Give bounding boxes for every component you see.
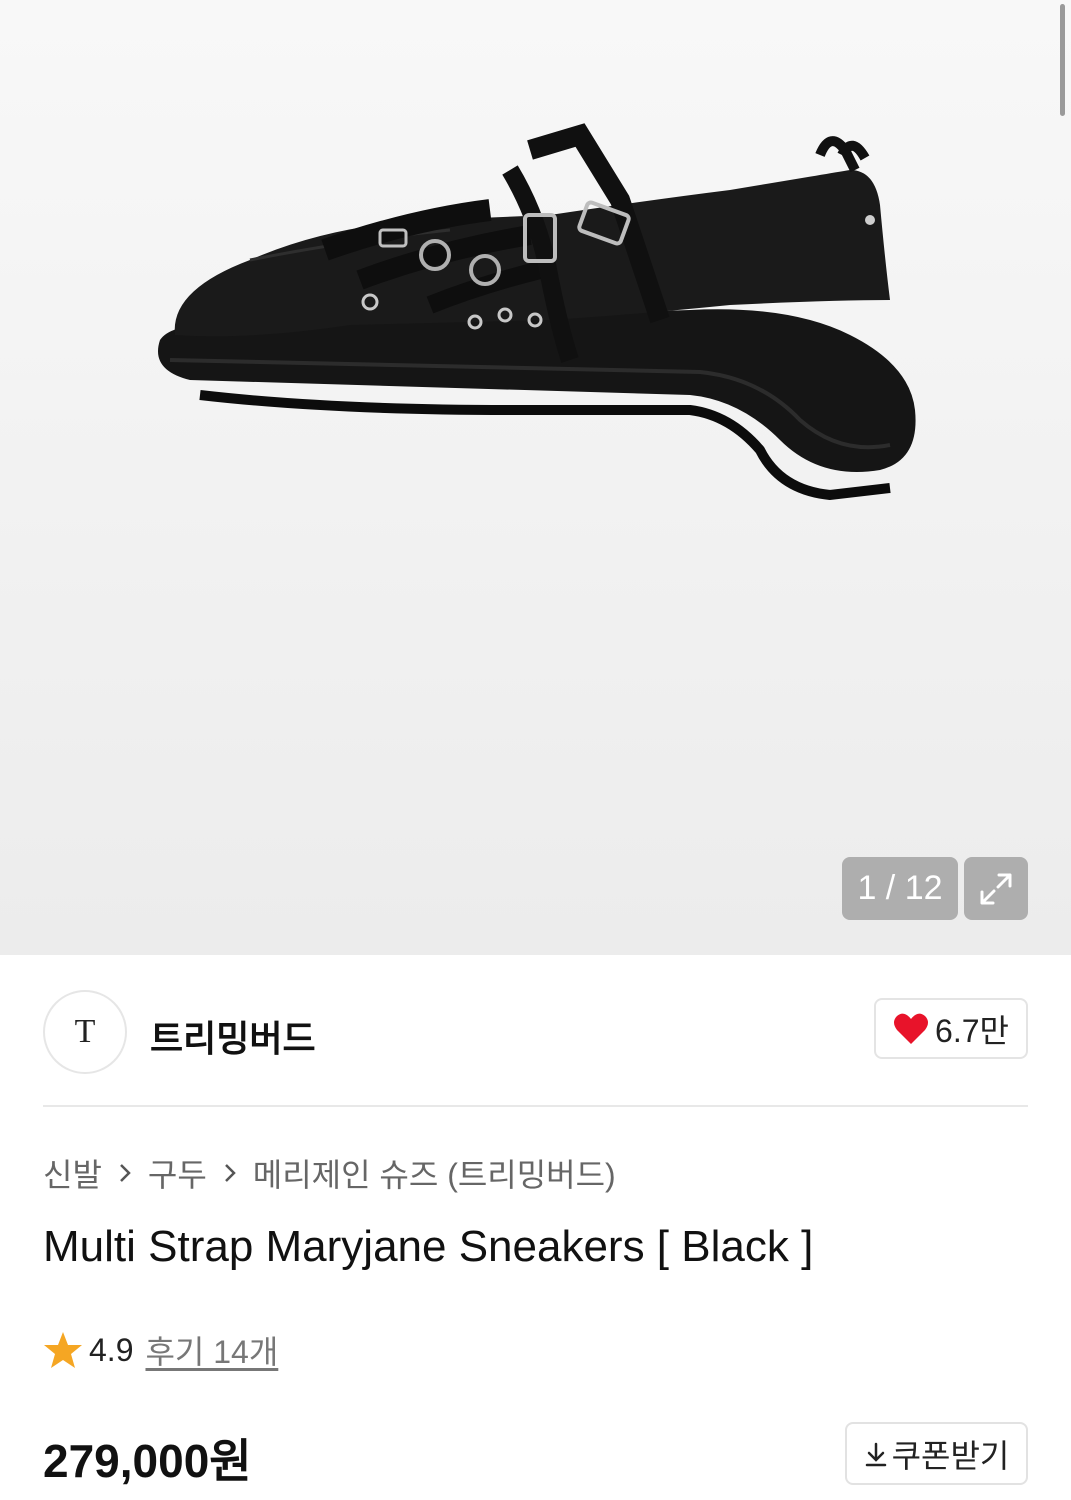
expand-button[interactable] bbox=[964, 857, 1028, 920]
product-image-gallery[interactable]: 1 / 12 bbox=[0, 0, 1071, 955]
review-link[interactable]: 후기 14개 bbox=[145, 1327, 278, 1373]
breadcrumb-item[interactable]: 메리제인 슈즈 (트리밍버드) bbox=[253, 1150, 616, 1196]
like-button[interactable]: 6.7만 bbox=[874, 998, 1028, 1059]
brand-logo[interactable]: T bbox=[43, 990, 127, 1074]
breadcrumb-item[interactable]: 신발 bbox=[43, 1150, 102, 1196]
star-icon bbox=[44, 1332, 82, 1368]
brand-name[interactable]: 트리밍버드 bbox=[150, 1010, 316, 1062]
expand-icon bbox=[980, 873, 1012, 904]
scrollbar[interactable] bbox=[1060, 4, 1065, 116]
image-counter: 1 / 12 bbox=[842, 857, 958, 920]
product-title: Multi Strap Maryjane Sneakers [ Black ] bbox=[43, 1222, 814, 1271]
product-price: 279,000원 bbox=[43, 1435, 252, 1487]
chevron-right-icon bbox=[118, 1162, 132, 1184]
brand-row: T 트리밍버드 6.7만 bbox=[43, 988, 1028, 1074]
product-image[interactable] bbox=[130, 110, 940, 530]
brand-logo-text: T bbox=[74, 1013, 96, 1050]
rating-row: 4.9 후기 14개 bbox=[43, 1325, 278, 1375]
like-count: 6.7만 bbox=[935, 1012, 1009, 1049]
coupon-button[interactable]: 쿠폰받기 bbox=[845, 1422, 1028, 1485]
breadcrumb: 신발 구두 메리제인 슈즈 (트리밍버드) bbox=[43, 1150, 616, 1196]
divider bbox=[43, 1105, 1028, 1107]
download-icon bbox=[865, 1442, 886, 1466]
coupon-label: 쿠폰받기 bbox=[891, 1437, 1010, 1474]
image-counter-text: 1 / 12 bbox=[857, 869, 943, 907]
breadcrumb-item[interactable]: 구두 bbox=[148, 1150, 207, 1196]
chevron-right-icon bbox=[223, 1162, 237, 1184]
rating-value: 4.9 bbox=[89, 1331, 134, 1368]
heart-icon bbox=[894, 1013, 929, 1044]
